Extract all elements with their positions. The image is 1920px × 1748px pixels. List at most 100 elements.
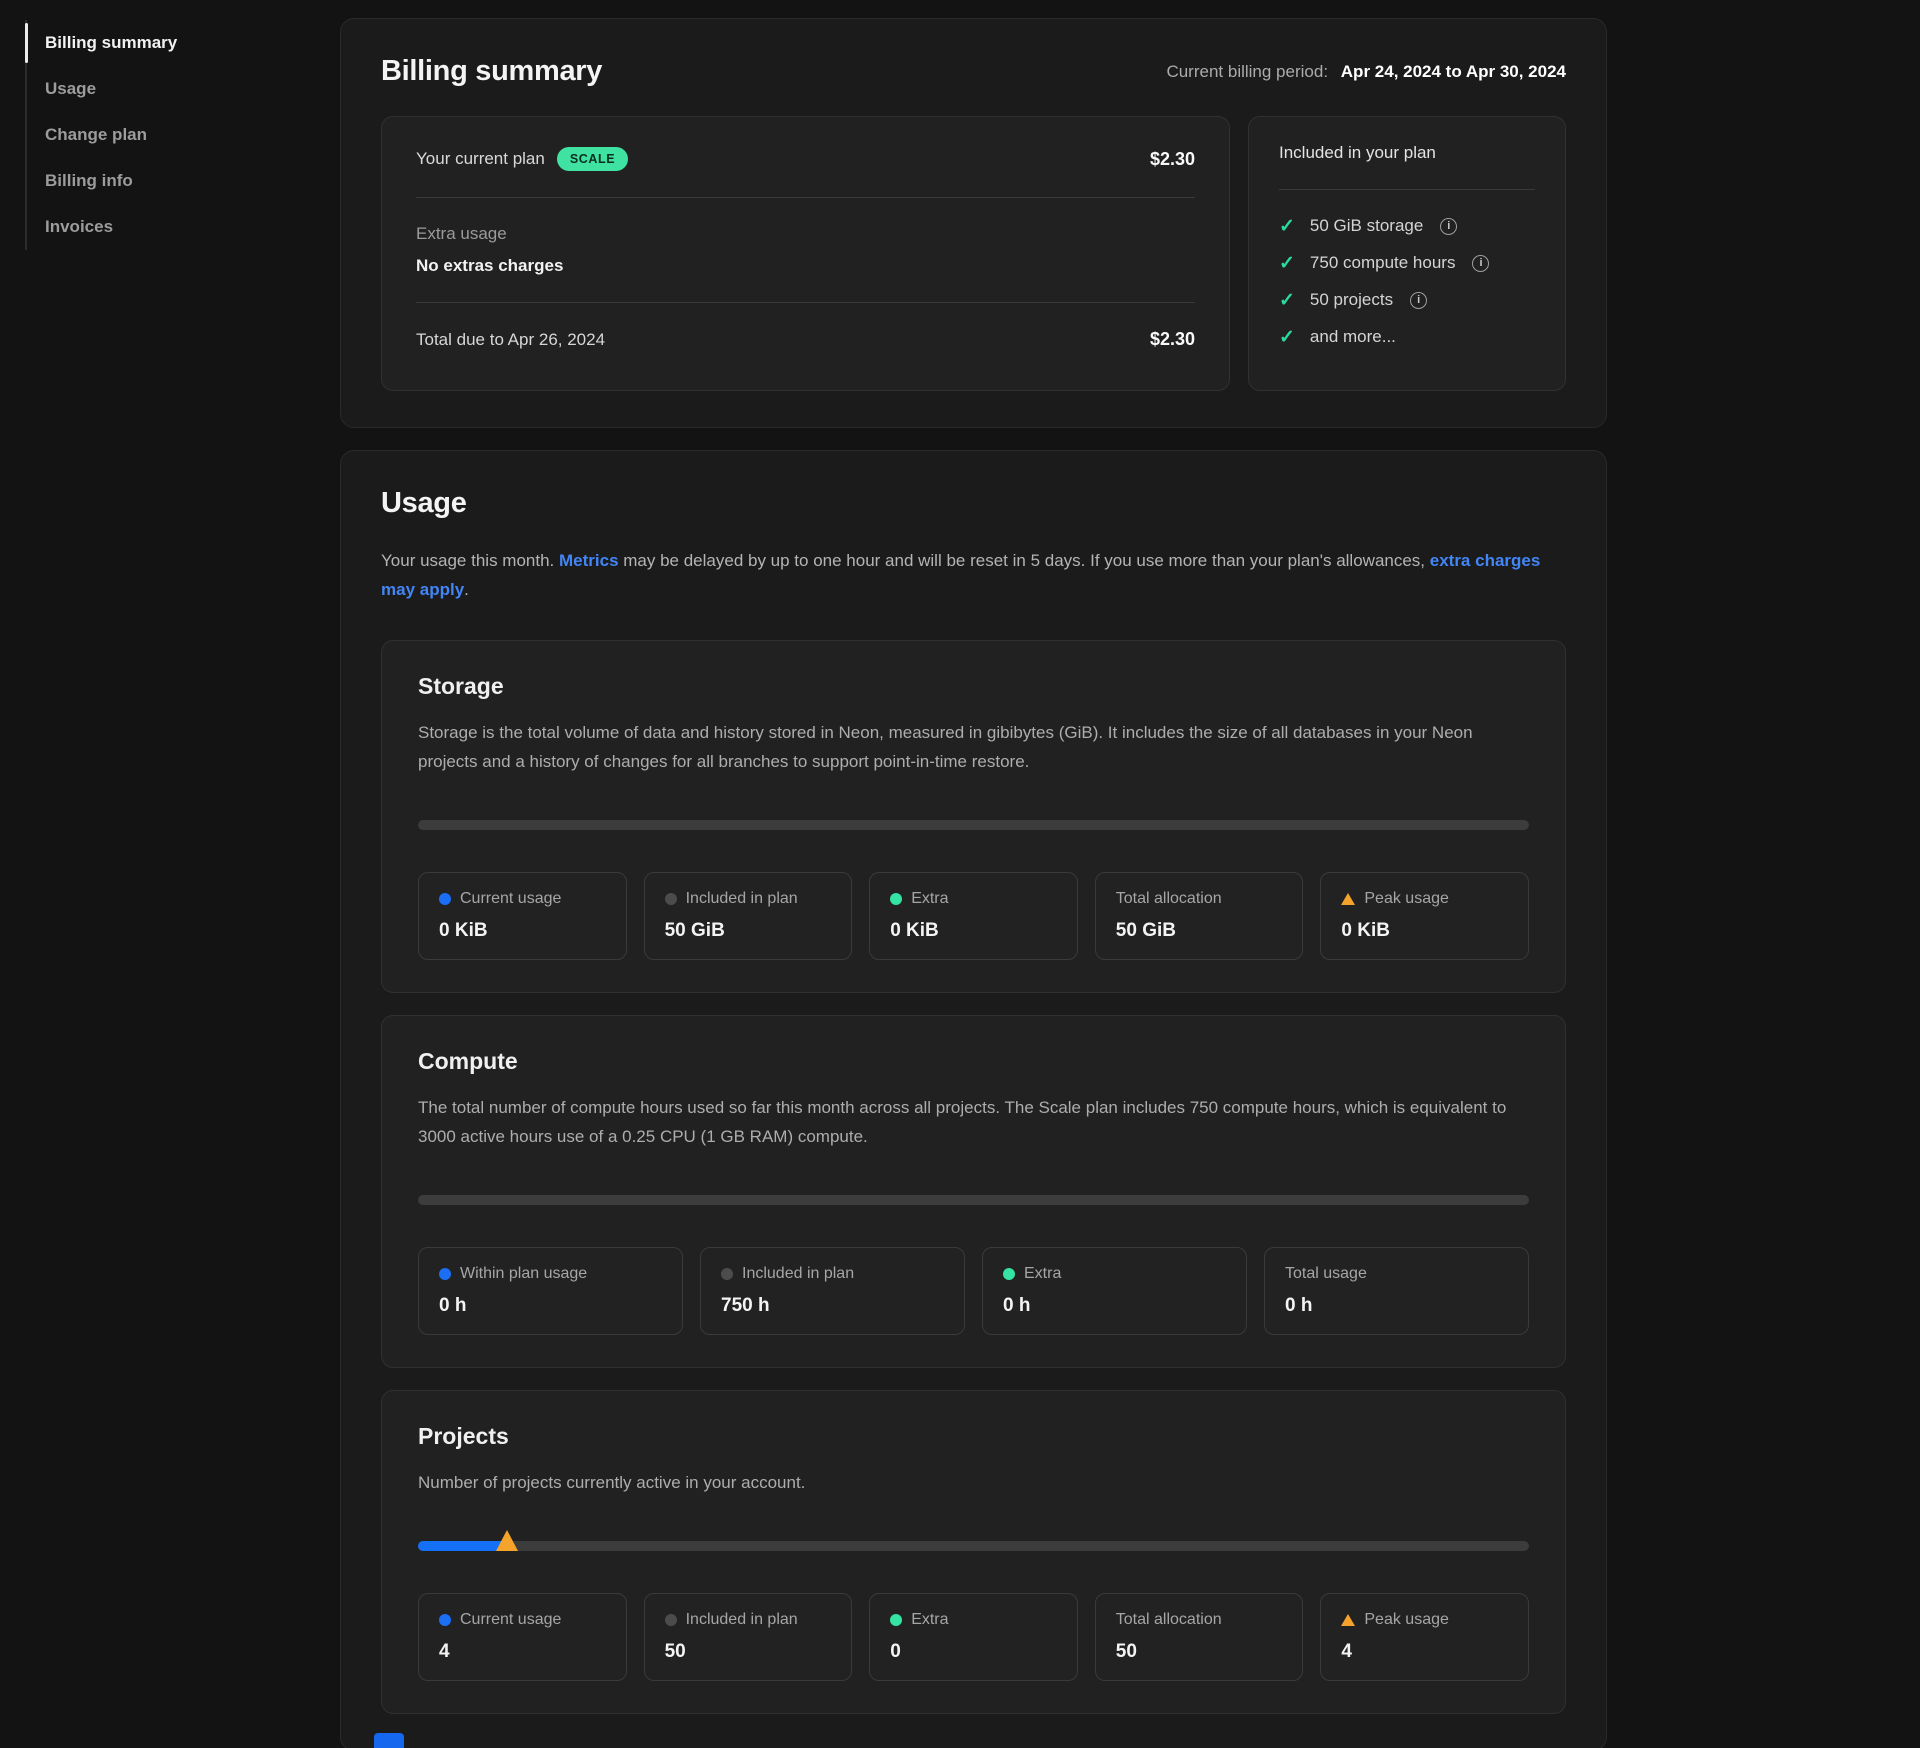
compute-stats-row: Within plan usage 0 h Included in plan750 …: [418, 1247, 1529, 1335]
storage-stat-included-in-plan: Included in plan50 GiB: [644, 872, 853, 960]
info-icon[interactable]: i: [1410, 292, 1427, 309]
included-item-50-gib-storage: ✓50 GiB storagei: [1279, 216, 1535, 236]
info-icon[interactable]: i: [1472, 255, 1489, 272]
included-title: Included in your plan: [1279, 143, 1535, 163]
projects-description: Number of projects currently active in y…: [418, 1468, 1529, 1497]
usage-desc-text: Your usage this month.: [381, 551, 559, 570]
billing-summary-card: Billing summary Current billing period: …: [340, 18, 1607, 428]
stat-label: Peak usage: [1364, 890, 1449, 908]
stat-value: 750 h: [721, 1295, 944, 1317]
stat-value: 0 KiB: [1341, 920, 1508, 942]
next-section-progress-peek: [374, 1733, 404, 1748]
compute-stat-total-usage: Total usage0 h: [1264, 1247, 1529, 1335]
usage-desc-text: may be delayed by up to one hour and wil…: [619, 551, 1430, 570]
stat-label: Total allocation: [1116, 890, 1222, 908]
peak-triangle-icon: [1341, 893, 1355, 905]
extra-usage-value: No extras charges: [416, 256, 1195, 276]
projects-section: Projects Number of projects currently act…: [381, 1390, 1566, 1714]
projects-stat-peak-usage: Peak usage 4: [1320, 1593, 1529, 1681]
sidebar-item-change-plan[interactable]: Change plan: [27, 112, 285, 158]
projects-stat-total-allocation: Total allocation50: [1095, 1593, 1304, 1681]
dot-blue-icon: [439, 1614, 451, 1626]
sidebar-item-billing-info[interactable]: Billing info: [27, 158, 285, 204]
stat-value: 50 GiB: [1116, 920, 1283, 942]
storage-stat-total-allocation: Total allocation 50 GiB: [1095, 872, 1304, 960]
storage-description: Storage is the total volume of data and …: [418, 718, 1529, 776]
storage-section: Storage Storage is the total volume of da…: [381, 640, 1566, 993]
extra-usage-block: Extra usage No extras charges: [416, 224, 1195, 276]
plan-badge: SCALE: [557, 147, 628, 171]
stat-value: 0: [890, 1641, 1057, 1663]
dot-green-icon: [890, 1614, 902, 1626]
check-icon: ✓: [1279, 328, 1295, 347]
usage-description: Your usage this month. Metrics may be de…: [381, 546, 1541, 604]
projects-peak-marker-icon: [496, 1530, 518, 1551]
stat-label: Extra: [911, 890, 948, 908]
projects-stat-current-usage: Current usage4: [418, 1593, 627, 1681]
dot-blue-icon: [439, 1268, 451, 1280]
compute-stat-extra: Extra0 h: [982, 1247, 1247, 1335]
dot-gray-icon: [665, 1614, 677, 1626]
sidebar-item-billing-summary[interactable]: Billing summary: [27, 20, 285, 66]
projects-stat-extra: Extra0: [869, 1593, 1078, 1681]
divider: [416, 197, 1195, 198]
dot-green-icon: [1003, 1268, 1015, 1280]
total-due-row: Total due to Apr 26, 2024 $2.30: [416, 329, 1195, 350]
included-item-label: 50 GiB storage: [1310, 216, 1423, 236]
summary-row: Your current plan SCALE $2.30 Extra usag…: [381, 116, 1566, 391]
billing-period-value: Apr 24, 2024 to Apr 30, 2024: [1341, 62, 1566, 81]
main-content: Billing summary Current billing period: …: [340, 18, 1607, 1748]
stat-label: Peak usage: [1364, 1611, 1449, 1629]
compute-description: The total number of compute hours used s…: [418, 1093, 1529, 1151]
divider: [416, 302, 1195, 303]
stat-value: 0 h: [439, 1295, 662, 1317]
usage-card: Usage Your usage this month. Metrics may…: [340, 450, 1607, 1748]
info-icon[interactable]: i: [1440, 218, 1457, 235]
compute-progress-bar: [418, 1195, 1529, 1205]
stat-label: Within plan usage: [460, 1265, 587, 1283]
stat-value: 0 KiB: [890, 920, 1057, 942]
included-item-label: 50 projects: [1310, 290, 1393, 310]
billing-nav: Billing summaryUsageChange planBilling i…: [25, 20, 285, 250]
usage-sections: Storage Storage is the total volume of da…: [381, 640, 1566, 1714]
dot-green-icon: [890, 893, 902, 905]
included-item-750-compute-hours: ✓750 compute hoursi: [1279, 253, 1535, 273]
dot-gray-icon: [721, 1268, 733, 1280]
compute-title: Compute: [418, 1048, 1529, 1075]
billing-period-label: Current billing period:: [1166, 62, 1328, 81]
stat-label: Included in plan: [686, 1611, 798, 1629]
current-plan-label: Your current plan: [416, 149, 545, 169]
sidebar-item-invoices[interactable]: Invoices: [27, 204, 285, 250]
billing-summary-header: Billing summary Current billing period: …: [381, 55, 1566, 88]
page-title: Billing summary: [381, 55, 602, 88]
dot-gray-icon: [665, 893, 677, 905]
total-due-amount: $2.30: [1150, 329, 1195, 350]
compute-section: Compute The total number of compute hours…: [381, 1015, 1566, 1368]
projects-stats-row: Current usage4 Included in plan 50 Extra0To…: [418, 1593, 1529, 1681]
stat-label: Current usage: [460, 890, 561, 908]
billing-period: Current billing period: Apr 24, 2024 to …: [1166, 62, 1566, 82]
usage-title: Usage: [381, 487, 1566, 520]
plan-summary-card: Your current plan SCALE $2.30 Extra usag…: [381, 116, 1230, 391]
metrics-link[interactable]: Metrics: [559, 551, 619, 570]
total-due-label: Total due to Apr 26, 2024: [416, 330, 605, 350]
stat-value: 50 GiB: [665, 920, 832, 942]
current-plan: Your current plan SCALE: [416, 147, 628, 171]
sidebar-item-usage[interactable]: Usage: [27, 66, 285, 112]
included-item-and-more: ✓and more...: [1279, 327, 1535, 347]
compute-stat-included-in-plan: Included in plan750 h: [700, 1247, 965, 1335]
included-panel: Included in your plan ✓50 GiB storagei✓7…: [1248, 116, 1566, 391]
stat-value: 4: [1341, 1641, 1508, 1663]
divider: [1279, 189, 1535, 190]
stat-value: 50: [665, 1641, 832, 1663]
stat-value: 50: [1116, 1641, 1283, 1663]
included-item-label: 750 compute hours: [1310, 253, 1456, 273]
storage-stat-extra: Extra 0 KiB: [869, 872, 1078, 960]
storage-title: Storage: [418, 673, 1529, 700]
stat-value: 0 KiB: [439, 920, 606, 942]
projects-title: Projects: [418, 1423, 1529, 1450]
peak-triangle-icon: [1341, 1614, 1355, 1626]
storage-stat-current-usage: Current usage 0 KiB: [418, 872, 627, 960]
projects-progress-fill: [418, 1541, 507, 1551]
storage-stat-peak-usage: Peak usage 0 KiB: [1320, 872, 1529, 960]
